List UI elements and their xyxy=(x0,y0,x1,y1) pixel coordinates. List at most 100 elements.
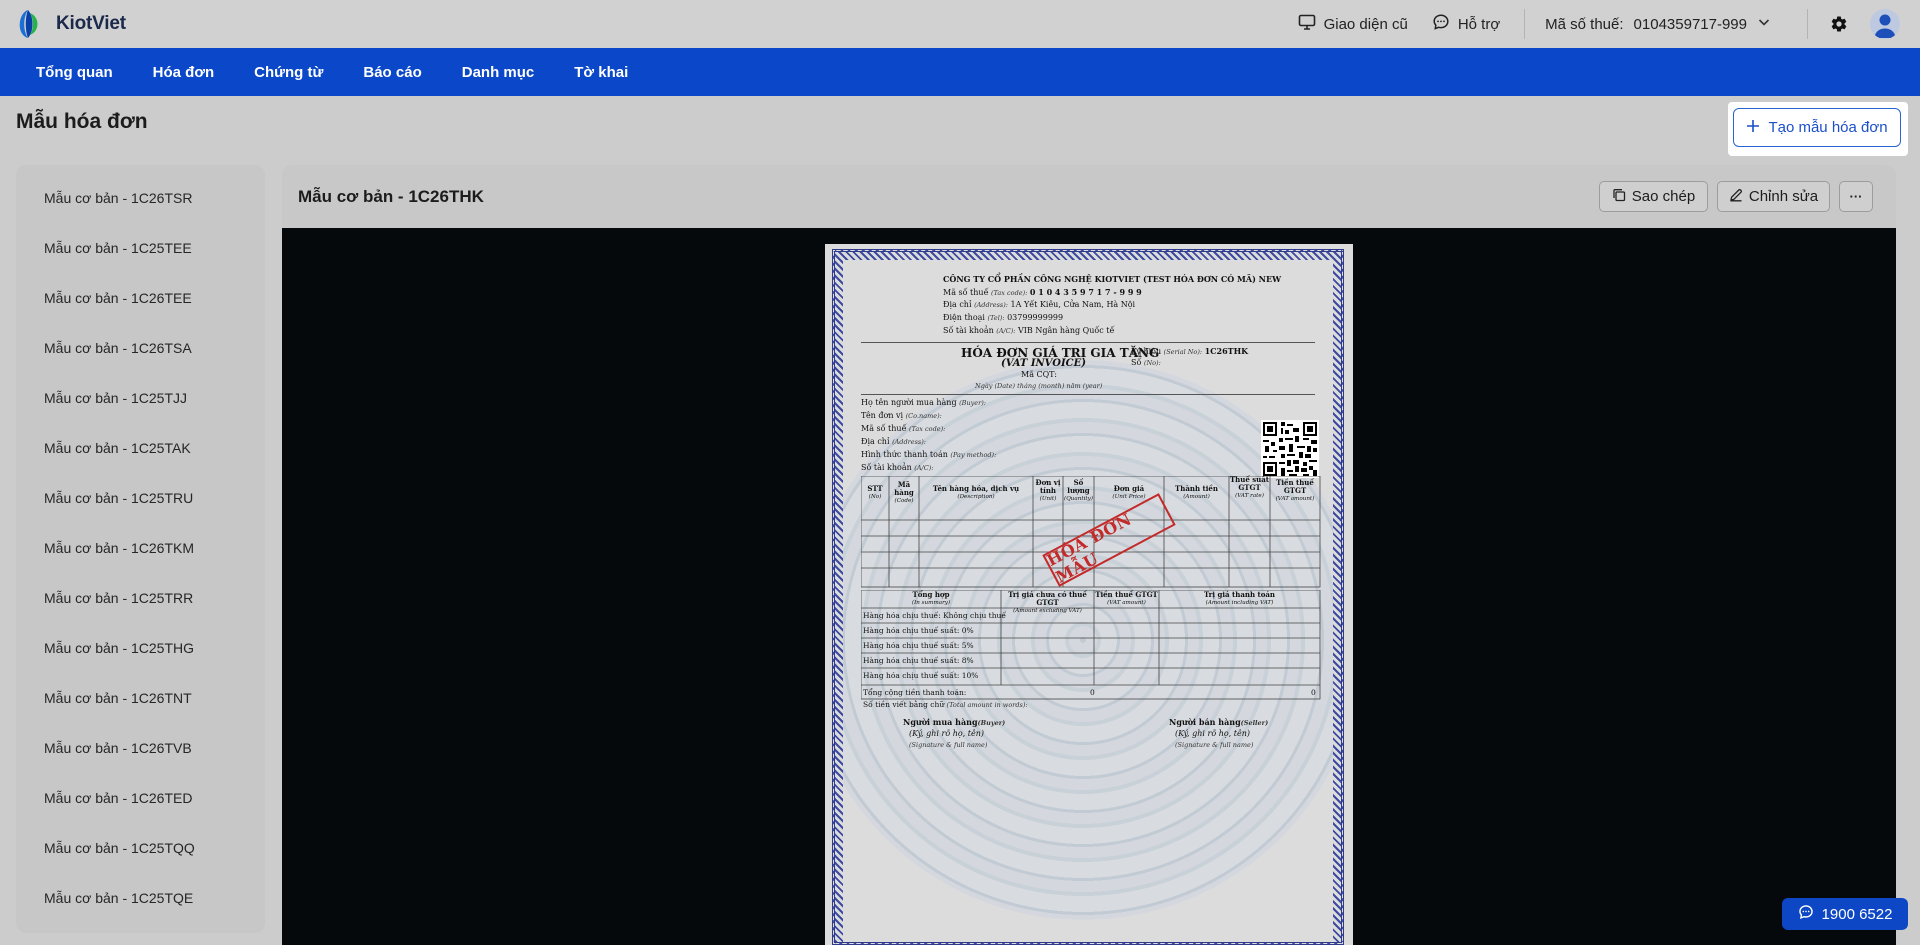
nav-danh-muc[interactable]: Danh mục xyxy=(462,64,535,81)
summary-col-label: Tổng hợp (In summary) xyxy=(911,590,951,607)
cqt-label: Mã CQT: xyxy=(1021,370,1057,379)
list-item[interactable]: Mẫu cơ bản - 1C26TSR xyxy=(44,190,192,206)
divider xyxy=(1807,9,1808,39)
edit-button[interactable]: Chỉnh sửa xyxy=(1717,181,1830,212)
amount-in-words-label: Số tiền viết bằng chữ xyxy=(863,700,945,709)
list-item[interactable]: Mẫu cơ bản - 1C26TEE xyxy=(44,290,192,306)
seller-account-value: VIB Ngân hàng Quốc tế xyxy=(1017,326,1115,335)
list-item[interactable]: Mẫu cơ bản - 1C25TAK xyxy=(44,440,191,456)
seller-phone-value: 03799999999 xyxy=(1007,313,1064,322)
serial-label: Ký hiệu xyxy=(1131,347,1162,356)
template-preview-panel: Mẫu cơ bản - 1C26THK Sao chép Chỉnh sửa … xyxy=(282,165,1896,945)
old-ui-link[interactable]: Giao diện cũ xyxy=(1298,13,1408,35)
invoice-subtitle: (VAT INVOICE) xyxy=(1001,358,1086,369)
edit-label: Chỉnh sửa xyxy=(1748,188,1819,205)
template-list: Mẫu cơ bản - 1C26TSR Mẫu cơ bản - 1C25TE… xyxy=(16,165,265,933)
buyer-account-sub: (A/C): xyxy=(914,464,934,472)
monitor-icon xyxy=(1298,13,1316,35)
tax-code-value: 0104359717-999 xyxy=(1633,15,1747,33)
support-label: Hỗ trợ xyxy=(1457,15,1501,33)
buyer-signature-title: Người mua hàng xyxy=(903,717,978,727)
invoice-border: CÔNG TY CỔ PHẦN CÔNG NGHỆ KIOTVIET (TEST… xyxy=(832,249,1344,945)
seller-signature-title-en: (Seller) xyxy=(1240,719,1269,727)
list-item[interactable]: Mẫu cơ bản - 1C25THG xyxy=(44,640,194,656)
list-item[interactable]: Mẫu cơ bản - 1C26TVB xyxy=(44,740,192,756)
template-title: Mẫu cơ bản - 1C26THK xyxy=(298,187,484,206)
amount-in-words-sub: (Total amount in words): xyxy=(946,701,1028,709)
col-description: Tên hàng hóa, dịch vụ (Description) xyxy=(932,484,1020,501)
seller-sign-hint-en: (Signature & full name) xyxy=(1175,741,1254,749)
summary-col-vat: Tiền thuế GTGT (VAT amount) xyxy=(1095,590,1158,607)
col-vat-amount: Tiền thuế GTGT (VAT amount) xyxy=(1275,478,1315,503)
copy-button[interactable]: Sao chép xyxy=(1599,181,1708,212)
seller-tax-sub: (Tax code): xyxy=(991,289,1028,297)
copy-icon xyxy=(1612,188,1626,206)
seller-tax-label: Mã số thuế xyxy=(943,288,989,297)
col-code: Mã hàng (Code) xyxy=(894,480,914,505)
qr-code xyxy=(1261,420,1319,478)
list-item[interactable]: Mẫu cơ bản - 1C26TNT xyxy=(44,690,192,706)
create-button-highlight: Tạo mẫu hóa đơn xyxy=(1728,102,1908,156)
nav-hoa-don[interactable]: Hóa đơn xyxy=(153,64,215,81)
hotline-button[interactable]: 1900 6522 xyxy=(1782,898,1908,930)
summary-row: Hàng hóa chịu thuế suất: 10% xyxy=(863,671,979,680)
kiotviet-logo-icon xyxy=(14,7,50,41)
nav-to-khai[interactable]: Tờ khai xyxy=(574,64,628,81)
list-item[interactable]: Mẫu cơ bản - 1C26TKM xyxy=(44,540,194,556)
hotline-number: 1900 6522 xyxy=(1821,905,1893,923)
list-item[interactable]: Mẫu cơ bản - 1C25TQE xyxy=(44,890,193,906)
buyer-company-sub: (Co.name): xyxy=(905,412,942,420)
invoice-viewer[interactable]: CÔNG TY CỔ PHẦN CÔNG NGHỆ KIOTVIET (TEST… xyxy=(282,228,1896,945)
brand-name: KiotViet xyxy=(56,13,126,34)
col-quantity: Số lượng (Quantity) xyxy=(1064,478,1093,503)
number-label: Số xyxy=(1131,358,1142,367)
create-template-button[interactable]: Tạo mẫu hóa đơn xyxy=(1733,108,1901,147)
summary-row: Hàng hóa chịu thuế suất: 8% xyxy=(863,656,974,665)
summary-row: Hàng hóa chịu thuế suất: 0% xyxy=(863,626,974,635)
tax-code-selector[interactable]: Mã số thuế: 0104359717-999 xyxy=(1545,15,1771,33)
chevron-down-icon xyxy=(1757,15,1771,33)
payment-method-sub: (Pay method): xyxy=(950,451,997,459)
invoice-preview: CÔNG TY CỔ PHẦN CÔNG NGHỆ KIOTVIET (TEST… xyxy=(825,244,1353,945)
nav-bao-cao[interactable]: Báo cáo xyxy=(363,64,421,81)
buyer-company-label: Tên đơn vị xyxy=(861,411,904,420)
nav-tong-quan[interactable]: Tổng quan xyxy=(36,64,113,81)
total-label: Tổng cộng tiền thanh toán: xyxy=(863,688,967,697)
buyer-address-label: Địa chỉ xyxy=(861,437,890,446)
list-item[interactable]: Mẫu cơ bản - 1C25TEE xyxy=(44,240,192,256)
nav-chung-tu[interactable]: Chứng từ xyxy=(254,64,323,81)
gear-icon[interactable] xyxy=(1830,15,1848,33)
tax-code-label: Mã số thuế: xyxy=(1545,15,1624,33)
list-item[interactable]: Mẫu cơ bản - 1C25TJJ xyxy=(44,390,187,406)
seller-signature-title: Người bán hàng xyxy=(1169,717,1241,727)
buyer-name-sub: (Buyer): xyxy=(959,399,986,407)
top-bar: KiotViet Giao diện cũ Hỗ trợ Mã số thuế:… xyxy=(0,0,1920,48)
chat-bubble-icon xyxy=(1798,904,1814,924)
seller-address-value: 1A Yết Kiêu, Cửa Nam, Hà Nội xyxy=(1010,300,1136,309)
date-line: Ngày (Date) tháng (month) năm (year) xyxy=(975,382,1103,390)
create-template-label: Tạo mẫu hóa đơn xyxy=(1768,119,1888,136)
total-payment-value: 0 xyxy=(1311,688,1316,697)
seller-phone-sub: (Tel): xyxy=(987,314,1005,322)
buyer-tax-sub: (Tax code): xyxy=(909,425,946,433)
col-unit: Đơn vị tính (Unit) xyxy=(1035,478,1061,503)
seller-account-label: Số tài khoản xyxy=(943,326,994,335)
seller-address-sub: (Address): xyxy=(974,301,1008,309)
payment-method-label: Hình thức thanh toán xyxy=(861,450,948,459)
seller-phone-label: Điện thoại xyxy=(943,313,985,322)
more-options-button[interactable]: ··· xyxy=(1839,181,1873,212)
list-item[interactable]: Mẫu cơ bản - 1C26TED xyxy=(44,790,192,806)
list-item[interactable]: Mẫu cơ bản - 1C25TQQ xyxy=(44,840,195,856)
avatar[interactable] xyxy=(1870,9,1900,39)
list-item[interactable]: Mẫu cơ bản - 1C25TRU xyxy=(44,490,193,506)
copy-label: Sao chép xyxy=(1631,188,1696,205)
chat-icon xyxy=(1432,13,1450,35)
summary-row: Hàng hóa chịu thuế suất: 5% xyxy=(863,641,974,650)
list-item[interactable]: Mẫu cơ bản - 1C25TRR xyxy=(44,590,193,606)
summary-col-total: Trị giá thanh toán (Amount including VAT) xyxy=(1203,590,1275,607)
list-item[interactable]: Mẫu cơ bản - 1C26TSA xyxy=(44,340,192,356)
seller-sign-hint: (Ký, ghi rõ họ, tên) xyxy=(1175,729,1250,738)
support-link[interactable]: Hỗ trợ xyxy=(1432,13,1500,35)
kiotviet-logo[interactable]: KiotViet xyxy=(14,7,126,41)
buyer-sign-hint-en: (Signature & full name) xyxy=(909,741,988,749)
